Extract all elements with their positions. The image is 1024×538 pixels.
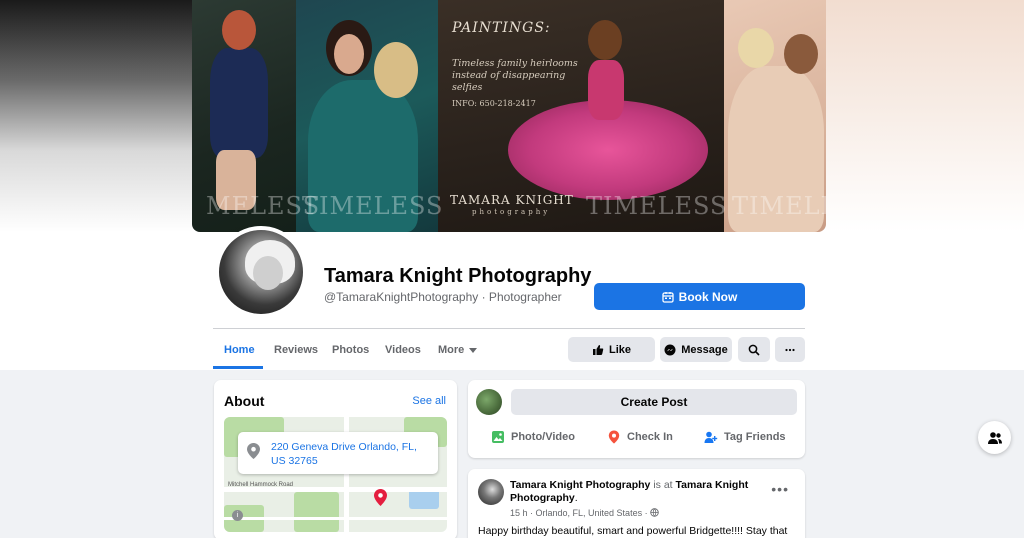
map-road bbox=[224, 517, 447, 520]
location-map[interactable]: Mitchell Hammock Road i 220 Geneva Drive… bbox=[224, 417, 447, 532]
cover-watermark: TIMELE bbox=[732, 192, 826, 220]
avatar-face bbox=[253, 256, 283, 290]
about-card: About See all Mitchell Hammock Road i 22… bbox=[214, 380, 457, 538]
cover-figure bbox=[334, 34, 364, 74]
create-post-card: Create Post Photo/Video Check In Tag Fri… bbox=[468, 380, 805, 458]
post-options-button[interactable]: ••• bbox=[771, 481, 789, 497]
tab-more[interactable]: More bbox=[438, 344, 478, 356]
tab-reviews[interactable]: Reviews bbox=[274, 344, 318, 356]
people-icon bbox=[987, 431, 1002, 444]
map-info-badge[interactable]: i bbox=[232, 510, 243, 521]
people-float-button[interactable] bbox=[978, 421, 1011, 454]
post-author-avatar[interactable] bbox=[478, 479, 504, 505]
about-title: About bbox=[224, 393, 265, 409]
like-label: Like bbox=[608, 343, 631, 356]
cover-figure bbox=[222, 10, 256, 50]
post-text: Happy birthday beautiful, smart and powe… bbox=[478, 525, 788, 537]
cover-side-fade-left bbox=[0, 0, 192, 232]
search-icon bbox=[748, 344, 760, 356]
check-in-button[interactable]: Check In bbox=[607, 430, 673, 444]
like-button[interactable]: Like bbox=[568, 337, 655, 362]
page-handle: @TamaraKnightPhotography · Photographer bbox=[324, 290, 562, 304]
post-header: Tamara Knight Photography is at Tamara K… bbox=[510, 479, 760, 505]
cover-side-fade-right bbox=[826, 0, 1024, 232]
search-button[interactable] bbox=[738, 337, 770, 362]
tab-photos[interactable]: Photos bbox=[332, 344, 369, 356]
address-text[interactable]: 220 Geneva Drive Orlando, FL, US 32765 bbox=[271, 440, 431, 468]
tag-friends-icon bbox=[704, 431, 718, 443]
map-park bbox=[294, 492, 339, 532]
calendar-icon bbox=[662, 291, 674, 303]
cover-figure bbox=[374, 42, 418, 98]
photo-icon bbox=[492, 431, 504, 443]
cover-paintings-title: PAINTINGS: bbox=[452, 20, 551, 36]
cover-brand: TAMARA KNIGHT bbox=[450, 193, 574, 207]
book-now-label: Book Now bbox=[678, 289, 738, 304]
map-pin-icon bbox=[374, 489, 387, 506]
tag-friends-label: Tag Friends bbox=[724, 431, 786, 443]
location-pin-icon bbox=[247, 443, 260, 459]
cover-brand-sub: photography bbox=[472, 208, 551, 216]
post-card: Tamara Knight Photography is at Tamara K… bbox=[468, 469, 805, 538]
cover-figure bbox=[784, 34, 818, 74]
page-title: Tamara Knight Photography bbox=[324, 265, 592, 287]
thumbs-up-icon bbox=[592, 344, 604, 355]
photo-video-button[interactable]: Photo/Video bbox=[491, 430, 575, 444]
cover-figure bbox=[588, 20, 622, 60]
header-divider bbox=[213, 328, 805, 329]
cover-watermark: TIMELESS bbox=[302, 192, 444, 220]
post-author-link[interactable]: Tamara Knight Photography bbox=[510, 479, 650, 491]
cover-watermark: TIMELESS bbox=[586, 192, 728, 220]
see-all-link[interactable]: See all bbox=[412, 395, 446, 407]
cover-paintings-subtitle: Timeless family heirlooms instead of dis… bbox=[452, 58, 578, 93]
photo-video-label: Photo/Video bbox=[511, 431, 575, 443]
cover-figure bbox=[210, 48, 268, 158]
post-period: . bbox=[574, 492, 578, 504]
cover-info-phone: INFO: 650-218-2417 bbox=[452, 99, 536, 108]
cover-photo[interactable]: PAINTINGS: Timeless family heirlooms ins… bbox=[192, 0, 826, 232]
page-header: PAINTINGS: Timeless family heirlooms ins… bbox=[0, 0, 1024, 370]
more-options-button[interactable] bbox=[775, 337, 805, 362]
post-meta: 15 h · Orlando, FL, United States · bbox=[510, 508, 659, 518]
address-popup[interactable]: 220 Geneva Drive Orlando, FL, US 32765 bbox=[238, 432, 438, 474]
check-in-label: Check In bbox=[627, 431, 673, 443]
globe-icon bbox=[650, 508, 659, 517]
cover-figure bbox=[588, 60, 624, 120]
post-meta-text[interactable]: 15 h · Orlando, FL, United States · bbox=[510, 508, 648, 518]
check-in-pin-icon bbox=[608, 430, 620, 444]
messenger-icon bbox=[664, 344, 676, 355]
tag-friends-button[interactable]: Tag Friends bbox=[704, 430, 786, 444]
book-now-button[interactable]: Book Now bbox=[594, 283, 805, 310]
profile-avatar[interactable] bbox=[215, 226, 307, 318]
ellipsis-icon bbox=[785, 348, 795, 351]
map-road-label: Mitchell Hammock Road bbox=[228, 482, 294, 488]
tab-videos[interactable]: Videos bbox=[385, 344, 421, 356]
message-button[interactable]: Message bbox=[660, 337, 732, 362]
post-is-at: is at bbox=[653, 479, 673, 491]
message-label: Message bbox=[681, 343, 728, 356]
create-post-button[interactable]: Create Post bbox=[511, 389, 797, 415]
cover-figure bbox=[738, 28, 774, 68]
tab-more-label: More bbox=[438, 344, 465, 356]
tab-home-underline bbox=[213, 366, 263, 369]
tab-home[interactable]: Home bbox=[224, 344, 255, 356]
user-avatar[interactable] bbox=[476, 389, 502, 415]
caret-down-icon bbox=[469, 347, 478, 353]
